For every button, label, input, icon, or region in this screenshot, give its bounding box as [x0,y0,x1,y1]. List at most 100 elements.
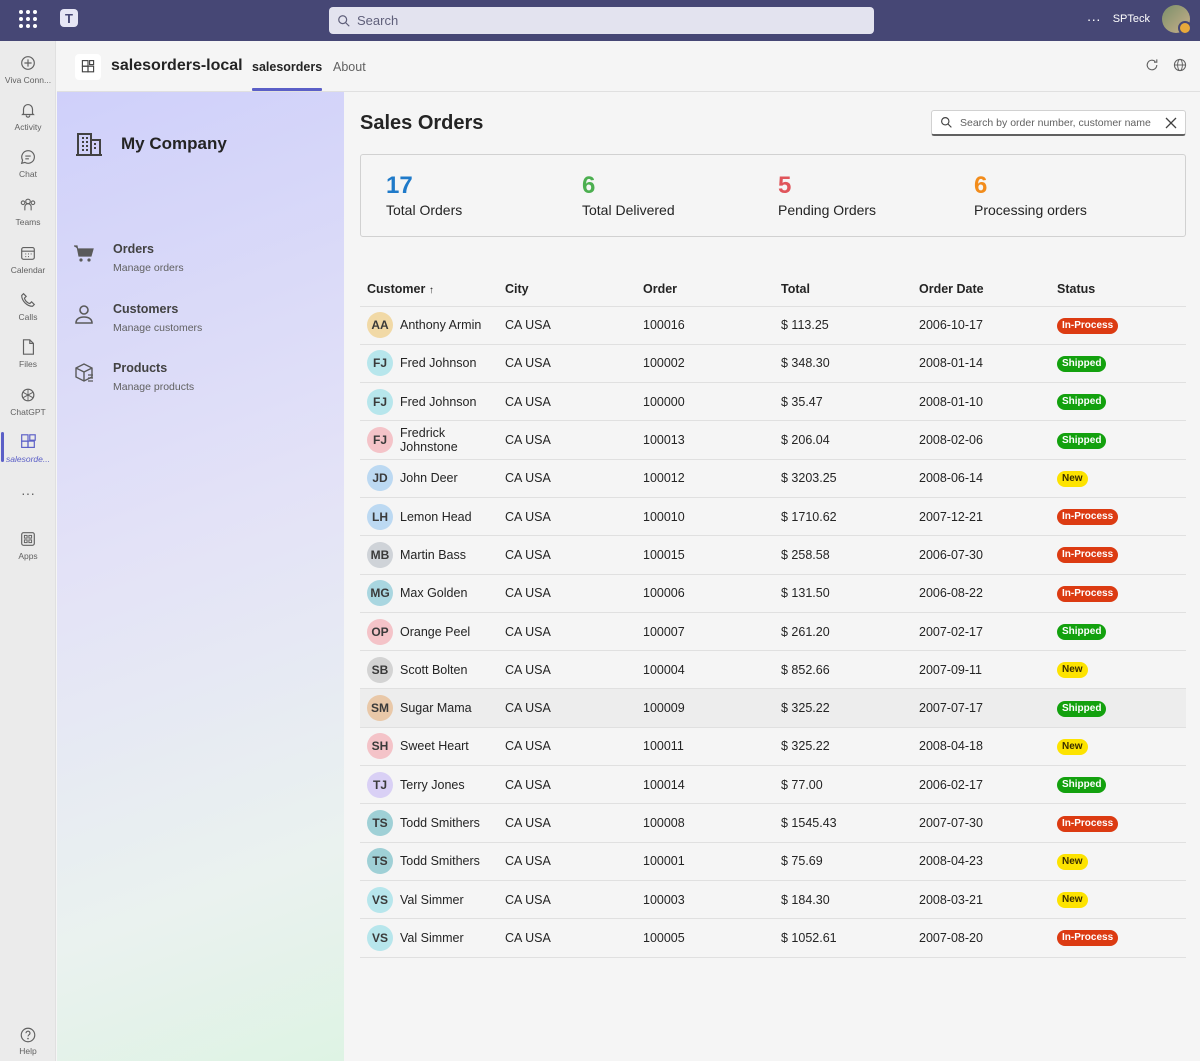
cell-order-date: 2008-01-10 [912,382,1050,422]
table-row[interactable]: TJ Terry Jones CA USA 100014 $ 77.00 2006-02-… [360,765,1186,805]
table-row[interactable]: VS Val Simmer CA USA 100003 $ 184.30 2008-03-… [360,880,1186,920]
close-icon[interactable] [1165,117,1177,129]
column-header-label: Customer [367,282,426,296]
customer-name: Scott Bolten [400,662,468,677]
column-header-order-date[interactable]: Order Date [912,282,1050,307]
customer-name: Max Golden [400,586,468,601]
table-row[interactable]: FJ Fred Johnson CA USA 100000 $ 35.47 2008-01… [360,382,1186,422]
status-badge: In-Process [1057,815,1119,832]
table-row[interactable]: OP Orange Peel CA USA 100007 $ 261.20 2007-02… [360,612,1186,652]
cell-order-date: 2007-07-30 [912,803,1050,843]
rail-item-calls[interactable]: Calls [0,284,56,328]
avatar: LH [367,503,393,530]
table-row[interactable]: MB Martin Bass CA USA 100015 $ 258.58 2006-07… [360,535,1186,575]
rail-item-activity[interactable]: Activity [0,94,56,138]
cell-status: Shipped [1050,612,1186,652]
column-header-city[interactable]: City [498,282,636,307]
table-row[interactable]: VS Val Simmer CA USA 100005 $ 1052.61 2007-08… [360,918,1186,958]
kpi-total-delivered: 6 Total Delivered [582,173,675,219]
rail-item-calendar[interactable]: Calendar [0,237,56,281]
kpi-processing-orders: 6 Processing orders [974,173,1087,219]
teams-icon [20,198,36,210]
cell-order-date: 2008-03-21 [912,880,1050,920]
search-icon [338,14,350,27]
cell-status: In-Process [1050,306,1186,345]
cell-city: CA USA [498,727,636,767]
rail-item-chatgpt[interactable]: ChatGPT [0,379,56,423]
cell-order: 100005 [636,918,774,958]
table-row[interactable]: JD John Deer CA USA 100012 $ 3203.25 2008-06-… [360,459,1186,498]
cell-city: CA USA [498,535,636,575]
globe-icon[interactable] [1172,57,1188,73]
cell-total: $ 261.20 [774,612,912,652]
rail-item-chat[interactable]: Chat [0,141,56,185]
table-row[interactable]: SB Scott Bolten CA USA 100004 $ 852.66 2007-0… [360,650,1186,690]
cell-order-date: 2007-07-17 [912,688,1050,728]
more-icon: ··· [21,485,35,501]
avatar: VS [367,924,393,951]
table-row[interactable]: TS Todd Smithers CA USA 100008 $ 1545.43 2007… [360,803,1186,843]
cell-city: CA USA [498,459,636,498]
avatar: SB [367,656,393,683]
cell-customer: SH Sweet Heart [360,727,498,767]
customer-name: Martin Bass [400,547,466,562]
rail-item-more[interactable]: ··· [0,471,56,515]
table-row[interactable]: MG Max Golden CA USA 100006 $ 131.50 2006-08-… [360,574,1186,613]
cell-order: 100008 [636,803,774,843]
column-header-total[interactable]: Total [774,282,912,307]
user-avatar[interactable] [1162,5,1192,35]
table-row[interactable]: FJ Fred Johnson CA USA 100002 $ 348.30 2008-0… [360,344,1186,384]
table-row[interactable]: AA Anthony Armin CA USA 100016 $ 113.25 2006-… [360,306,1186,345]
cell-status: Shipped [1050,344,1186,384]
nav-item-customers[interactable]: Customers Manage customers [73,302,202,334]
help-button[interactable]: Help [0,1026,56,1056]
order-search-input[interactable]: Search by order number, customer name [931,110,1186,136]
cell-order: 100016 [636,306,774,345]
avatar: SM [367,695,393,722]
avatar: TS [367,848,393,875]
avatar: FJ [367,388,393,415]
cell-customer: AA Anthony Armin [360,306,498,345]
customer-name: Fred Johnson [400,394,477,409]
cell-total: $ 77.00 [774,765,912,805]
bell-icon [21,103,35,118]
status-badge: Shipped [1057,394,1107,411]
rail-item-label: Calls [18,311,38,322]
column-header-customer[interactable]: Customer ↑ [360,282,498,307]
cell-order: 100000 [636,382,774,422]
table-row[interactable]: LH Lemon Head CA USA 100010 $ 1710.62 2007-12… [360,497,1186,537]
table-row[interactable]: TS Todd Smithers CA USA 100001 $ 75.69 2008-0… [360,842,1186,881]
rail-item-label: Files [19,358,37,369]
file-icon [22,338,34,355]
apps-icon [21,531,35,546]
table-row[interactable]: SM Sugar Mama CA USA 100009 $ 325.22 2007-07-… [360,688,1186,728]
column-header-status[interactable]: Status [1050,282,1186,307]
rail-item-salesorders[interactable]: salesorde... [0,426,56,470]
cell-city: CA USA [498,382,636,422]
cell-order: 100011 [636,727,774,767]
rail-item-viva[interactable]: Viva Conn... [0,47,56,91]
rail-item-teams[interactable]: Teams [0,189,56,233]
cell-status: New [1050,459,1186,498]
cell-status: Shipped [1050,420,1186,460]
global-search-input[interactable]: Search [329,7,874,34]
more-options-icon[interactable]: ··· [1087,11,1101,27]
table-row[interactable]: SH Sweet Heart CA USA 100011 $ 325.22 2008-04… [360,727,1186,767]
app-name: salesorders-local [111,57,243,74]
tab-about[interactable]: About [333,60,366,74]
rail-item-label: Chat [19,168,37,179]
kpi-value: 17 [386,172,413,199]
app-launcher-icon[interactable] [19,10,37,28]
status-badge: Shipped [1057,355,1107,372]
column-header-order[interactable]: Order [636,282,774,307]
rail-item-apps[interactable]: Apps [0,523,56,567]
table-row[interactable]: FJ Fredrick Johnstone CA USA 100013 $ 206.04… [360,420,1186,460]
refresh-icon[interactable] [1144,57,1160,73]
cell-city: CA USA [498,688,636,728]
rail-item-files[interactable]: Files [0,331,56,375]
tab-salesorders[interactable]: salesorders [252,60,323,91]
nav-item-products[interactable]: Products Manage products [73,361,194,393]
cell-customer: SM Sugar Mama [360,688,498,728]
nav-item-subtitle: Manage customers [113,322,203,334]
nav-item-orders[interactable]: Orders Manage orders [73,242,184,274]
